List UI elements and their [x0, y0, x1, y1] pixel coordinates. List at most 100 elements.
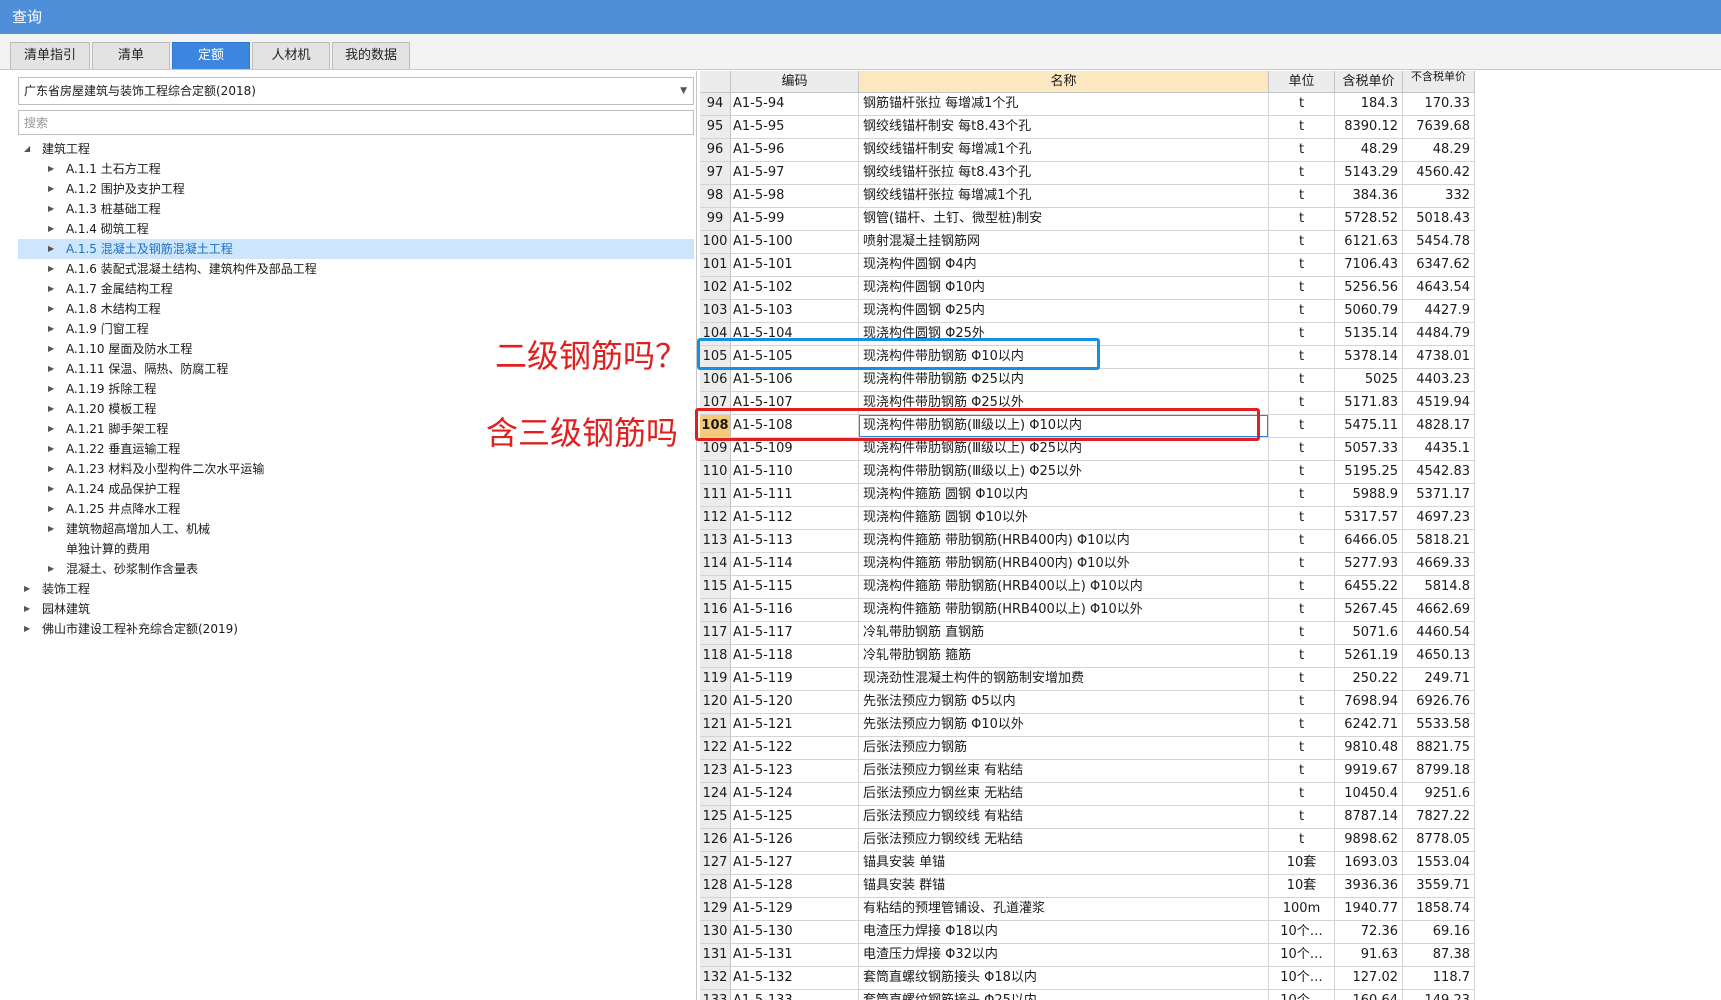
row-index[interactable]: 121: [700, 714, 731, 737]
row-price-notax[interactable]: 5454.78: [1403, 231, 1475, 254]
row-unit[interactable]: t: [1269, 323, 1335, 346]
row-code[interactable]: A1-5-98: [731, 185, 859, 208]
row-price-tax[interactable]: 7698.94: [1335, 691, 1403, 714]
row-price-notax[interactable]: 9251.6: [1403, 783, 1475, 806]
row-price-tax[interactable]: 5071.6: [1335, 622, 1403, 645]
expand-arrow-icon[interactable]: ▶: [48, 339, 54, 359]
tree-node[interactable]: ▶ 园林建筑: [18, 599, 694, 619]
table-row[interactable]: 97 A1-5-97 钢绞线锚杆张拉 每t8.43个孔 t 5143.29 4560.42: [700, 162, 1480, 185]
expand-arrow-icon[interactable]: ▶: [48, 519, 54, 539]
row-unit[interactable]: t: [1269, 461, 1335, 484]
row-unit[interactable]: t: [1269, 783, 1335, 806]
table-row[interactable]: 131 A1-5-131 电渣压力焊接 Φ32以内 10个… 91.63 87.38: [700, 944, 1480, 967]
row-code[interactable]: A1-5-123: [731, 760, 859, 783]
table-row[interactable]: 126 A1-5-126 后张法预应力钢绞线 无粘结 t 9898.62 8778.05: [700, 829, 1480, 852]
row-name[interactable]: 先张法预应力钢筋 Φ10以外: [859, 714, 1269, 737]
row-name[interactable]: 现浇构件圆钢 Φ4内: [859, 254, 1269, 277]
header-unit[interactable]: 单位: [1269, 71, 1335, 93]
row-code[interactable]: A1-5-116: [731, 599, 859, 622]
expand-arrow-icon[interactable]: ▶: [48, 379, 54, 399]
row-code[interactable]: A1-5-131: [731, 944, 859, 967]
row-price-tax[interactable]: 5143.29: [1335, 162, 1403, 185]
row-code[interactable]: A1-5-119: [731, 668, 859, 691]
dropdown-arrow-icon[interactable]: ▼: [680, 78, 687, 104]
row-name[interactable]: 套筒直螺纹钢筋接头 Φ25以内: [859, 990, 1269, 1000]
row-price-notax[interactable]: 4460.54: [1403, 622, 1475, 645]
table-row[interactable]: 100 A1-5-100 喷射混凝土挂钢筋网 t 6121.63 5454.78: [700, 231, 1480, 254]
row-name[interactable]: 现浇构件箍筋 带肋钢筋(HRB400以上) Φ10以外: [859, 599, 1269, 622]
row-index[interactable]: 118: [700, 645, 731, 668]
row-unit[interactable]: t: [1269, 806, 1335, 829]
row-price-tax[interactable]: 5475.11: [1335, 415, 1403, 438]
row-name[interactable]: 后张法预应力钢绞线 无粘结: [859, 829, 1269, 852]
row-index[interactable]: 104: [700, 323, 731, 346]
row-index[interactable]: 108: [700, 415, 731, 438]
row-code[interactable]: A1-5-94: [731, 93, 859, 116]
table-row[interactable]: 109 A1-5-109 现浇构件带肋钢筋(Ⅲ级以上) Φ25以内 t 5057.33 4…: [700, 438, 1480, 461]
expand-arrow-icon[interactable]: ▶: [24, 619, 30, 639]
row-price-tax[interactable]: 6242.71: [1335, 714, 1403, 737]
row-price-notax[interactable]: 5533.58: [1403, 714, 1475, 737]
tree-node[interactable]: ▶ 佛山市建设工程补充综合定额(2019): [18, 619, 694, 639]
row-code[interactable]: A1-5-132: [731, 967, 859, 990]
row-code[interactable]: A1-5-118: [731, 645, 859, 668]
table-row[interactable]: 102 A1-5-102 现浇构件圆钢 Φ10内 t 5256.56 4643.54: [700, 277, 1480, 300]
row-unit[interactable]: t: [1269, 668, 1335, 691]
row-price-notax[interactable]: 4650.13: [1403, 645, 1475, 668]
row-price-tax[interactable]: 160.64: [1335, 990, 1403, 1000]
row-code[interactable]: A1-5-95: [731, 116, 859, 139]
row-price-tax[interactable]: 8390.12: [1335, 116, 1403, 139]
row-price-tax[interactable]: 3936.36: [1335, 875, 1403, 898]
row-price-tax[interactable]: 1693.03: [1335, 852, 1403, 875]
row-code[interactable]: A1-5-99: [731, 208, 859, 231]
expand-arrow-icon[interactable]: ▶: [48, 259, 54, 279]
tree-node[interactable]: ▶ A.1.19 拆除工程: [18, 379, 694, 399]
row-code[interactable]: A1-5-113: [731, 530, 859, 553]
tree-node[interactable]: ▶ A.1.5 混凝土及钢筋混凝土工程: [18, 239, 694, 259]
row-price-notax[interactable]: 4519.94: [1403, 392, 1475, 415]
row-code[interactable]: A1-5-122: [731, 737, 859, 760]
row-price-tax[interactable]: 5195.25: [1335, 461, 1403, 484]
tree-node[interactable]: ▶ A.1.8 木结构工程: [18, 299, 694, 319]
row-index[interactable]: 112: [700, 507, 731, 530]
table-row[interactable]: 122 A1-5-122 后张法预应力钢筋 t 9810.48 8821.75: [700, 737, 1480, 760]
row-name[interactable]: 先张法预应力钢筋 Φ5以内: [859, 691, 1269, 714]
table-row[interactable]: 117 A1-5-117 冷轧带肋钢筋 直钢筋 t 5071.6 4460.54: [700, 622, 1480, 645]
row-code[interactable]: A1-5-129: [731, 898, 859, 921]
row-code[interactable]: A1-5-120: [731, 691, 859, 714]
expand-arrow-icon[interactable]: ▶: [48, 279, 54, 299]
row-name[interactable]: 冷轧带肋钢筋 直钢筋: [859, 622, 1269, 645]
row-price-notax[interactable]: 5814.8: [1403, 576, 1475, 599]
table-row[interactable]: 115 A1-5-115 现浇构件箍筋 带肋钢筋(HRB400以上) Φ10以内 t 6…: [700, 576, 1480, 599]
row-price-notax[interactable]: 8821.75: [1403, 737, 1475, 760]
table-row[interactable]: 127 A1-5-127 锚具安装 单锚 10套 1693.03 1553.04: [700, 852, 1480, 875]
row-name[interactable]: 现浇构件圆钢 Φ25内: [859, 300, 1269, 323]
row-index[interactable]: 111: [700, 484, 731, 507]
row-unit[interactable]: t: [1269, 346, 1335, 369]
row-price-tax[interactable]: 9810.48: [1335, 737, 1403, 760]
row-name[interactable]: 后张法预应力钢丝束 有粘结: [859, 760, 1269, 783]
row-code[interactable]: A1-5-124: [731, 783, 859, 806]
row-name[interactable]: 现浇构件箍筋 圆钢 Φ10以外: [859, 507, 1269, 530]
row-unit[interactable]: t: [1269, 829, 1335, 852]
row-price-notax[interactable]: 7827.22: [1403, 806, 1475, 829]
row-unit[interactable]: t: [1269, 93, 1335, 116]
row-code[interactable]: A1-5-100: [731, 231, 859, 254]
row-index[interactable]: 110: [700, 461, 731, 484]
row-code[interactable]: A1-5-117: [731, 622, 859, 645]
row-index[interactable]: 133: [700, 990, 731, 1000]
row-price-notax[interactable]: 3559.71: [1403, 875, 1475, 898]
row-unit[interactable]: t: [1269, 714, 1335, 737]
row-price-notax[interactable]: 1553.04: [1403, 852, 1475, 875]
expand-arrow-icon[interactable]: ▶: [48, 479, 54, 499]
row-name[interactable]: 现浇劲性混凝土构件的钢筋制安增加费: [859, 668, 1269, 691]
table-row[interactable]: 98 A1-5-98 钢绞线锚杆张拉 每增减1个孔 t 384.36 332: [700, 185, 1480, 208]
row-unit[interactable]: t: [1269, 599, 1335, 622]
row-name[interactable]: 现浇构件带肋钢筋 Φ10以内: [859, 346, 1269, 369]
row-name[interactable]: 现浇构件带肋钢筋(Ⅲ级以上) Φ25以内: [859, 438, 1269, 461]
row-price-tax[interactable]: 5135.14: [1335, 323, 1403, 346]
tree-node[interactable]: ▶ 混凝土、砂浆制作含量表: [18, 559, 694, 579]
header-price-notax[interactable]: 不含税单价: [1403, 71, 1475, 93]
expand-arrow-icon[interactable]: ▶: [48, 359, 54, 379]
row-index[interactable]: 126: [700, 829, 731, 852]
